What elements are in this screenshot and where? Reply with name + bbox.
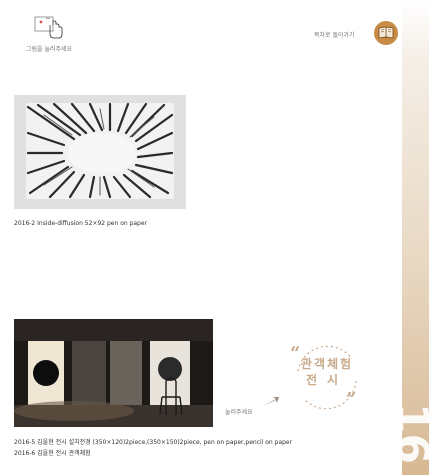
arrow-icon <box>263 397 279 406</box>
tap-instruction-label: 그림을 눌러주세요 <box>26 46 73 53</box>
badge-label-line1: 관객체험 <box>300 357 354 371</box>
back-to-toc-link[interactable]: 목차로 돌아가기 <box>314 30 355 39</box>
exhibition-installation-image[interactable] <box>14 319 213 427</box>
artwork-inside-diffusion-image[interactable] <box>14 95 186 209</box>
badge-label-line2: 전시 <box>305 373 349 387</box>
toc-button[interactable] <box>374 21 398 45</box>
book-icon <box>378 26 394 39</box>
artwork-caption: 2016-2 Inside-diffusion 52×92 pen on pap… <box>14 220 148 227</box>
tap-hint-label: 눌러주세요 <box>225 409 253 416</box>
hand-tap-icon <box>34 16 63 39</box>
side-year-number: 16 <box>387 402 429 465</box>
tap-hand-button[interactable] <box>34 16 64 40</box>
exhibition-sub-caption: 2016-6 김을현 전시 관객체험 <box>14 450 91 457</box>
exhibition-caption: 2016-5 김을현 전시 설치전경 (350×120)2piece,(350×… <box>14 439 293 446</box>
svg-text:”: ” <box>346 389 356 410</box>
audience-experience-button[interactable]: “ ” 관객체험 전시 <box>284 337 370 417</box>
